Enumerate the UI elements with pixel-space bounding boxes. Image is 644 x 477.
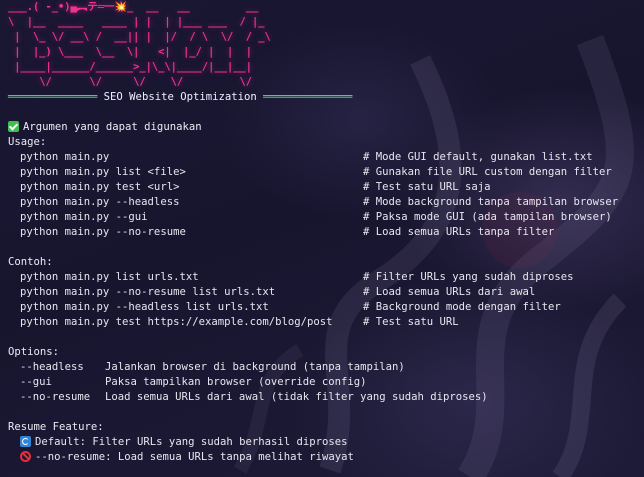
options-list: --headless Jalankan browser di background… [8, 360, 638, 405]
option-description: Paksa tampilkan browser (override config… [105, 376, 367, 388]
example-comment: # Filter URLs yang sudah diproses [363, 271, 574, 283]
usage-command: python main.py [20, 151, 110, 163]
ascii-banner: ___.( -_•)▄︻テ═一💥_ __ __ __ \ |__ ____ __… [8, 0, 638, 90]
options-heading: Options: [8, 346, 60, 358]
usage-comment: # Mode GUI default, gunakan list.txt [363, 151, 593, 163]
example-comment: # Test satu URL [363, 316, 459, 328]
example-row: python main.py list urls.txt # Filter URL… [8, 270, 638, 285]
resume-item-text: --no-resume: Load semua URLs tanpa melih… [35, 451, 354, 463]
usage-command: python main.py --no-resume [20, 226, 186, 238]
usage-comment: # Paksa mode GUI (ada tampilan browser) [363, 211, 612, 223]
example-row: python main.py test https://example.com/… [8, 315, 638, 330]
option-row: --gui Paksa tampilkan browser (override c… [8, 375, 638, 390]
resume-item: Default: Filter URLs yang sudah berhasil… [8, 435, 638, 450]
banner-line: ___.( -_•)▄︻テ═一💥_ __ __ __ [8, 1, 259, 13]
usage-command: python main.py --gui [20, 211, 148, 223]
usage-command: python main.py test <url> [20, 181, 180, 193]
usage-row: python main.py test <url> # Test satu URL… [8, 180, 638, 195]
banner-divider: ══════════════ SEO Website Optimization … [8, 90, 638, 105]
arguments-header: Argumen yang dapat digunakan [8, 120, 638, 135]
example-comment: # Load semua URLs dari awal [363, 286, 536, 298]
usage-comment: # Load semua URLs tanpa filter [363, 226, 555, 238]
example-command: python main.py --headless list urls.txt [20, 301, 269, 313]
banner-line: | \_ \/ __\ / __|| | |/ / \ \/ / _\ [8, 31, 271, 43]
examples-heading: Contoh: [8, 256, 53, 268]
usage-row: python main.py --no-resume # Load semua U… [8, 225, 638, 240]
usage-command: python main.py --headless [20, 196, 180, 208]
option-flag: --no-resume [20, 391, 91, 403]
usage-comment: # Mode background tanpa tampilan browser [363, 196, 619, 208]
usage-comment: # Gunakan file URL custom dengan filter [363, 166, 612, 178]
check-icon [8, 121, 19, 132]
divider-rule-right: ══════════════ [256, 91, 353, 103]
example-command: python main.py list urls.txt [20, 271, 199, 283]
example-comment: # Background mode dengan filter [363, 301, 561, 313]
usage-command: python main.py list <file> [20, 166, 186, 178]
no-entry-icon [20, 451, 31, 462]
example-command: python main.py --no-resume list urls.txt [20, 286, 276, 298]
banner-line: \ |__ ____ ____ | | | |___ ___ / |_ [8, 16, 265, 28]
example-row: python main.py --no-resume list urls.txt… [8, 285, 638, 300]
option-flag: --gui [20, 376, 52, 388]
usage-row: python main.py --headless # Mode backgrou… [8, 195, 638, 210]
arguments-header-label: Argumen yang dapat digunakan [23, 121, 202, 133]
examples-list: python main.py list urls.txt # Filter URL… [8, 270, 638, 330]
option-row: --headless Jalankan browser di background… [8, 360, 638, 375]
resume-list: Default: Filter URLs yang sudah berhasil… [8, 435, 638, 465]
example-command: python main.py test https://example.com/… [20, 316, 333, 328]
banner-line: \/ \/ \/ \/ \/ [8, 76, 252, 88]
usage-row: python main.py # Mode GUI default, gunaka… [8, 150, 638, 165]
refresh-icon [20, 436, 31, 447]
resume-item-text: Default: Filter URLs yang sudah berhasil… [35, 436, 348, 448]
option-description: Jalankan browser di background (tanpa ta… [105, 361, 405, 373]
option-flag: --headless [20, 361, 84, 373]
example-row: python main.py --headless list urls.txt #… [8, 300, 638, 315]
option-description: Load semua URLs dari awal (tidak filter … [105, 391, 488, 403]
banner-line: |____|______/______>_|\_\|____/|__|__| [8, 61, 252, 73]
usage-list: python main.py # Mode GUI default, gunaka… [8, 150, 638, 240]
usage-row: python main.py list <file> # Gunakan file… [8, 165, 638, 180]
option-row: --no-resume Load semua URLs dari awal (ti… [8, 390, 638, 405]
resume-item: --no-resume: Load semua URLs tanpa melih… [8, 450, 638, 465]
resume-heading: Resume Feature: [8, 421, 104, 433]
usage-heading: Usage: [8, 136, 47, 148]
divider-rule-left: ══════════════ [8, 91, 104, 103]
terminal-output: ___.( -_•)▄︻テ═一💥_ __ __ __ \ |__ ____ __… [8, 0, 638, 465]
usage-comment: # Test satu URL saja [363, 181, 491, 193]
banner-title: SEO Website Optimization [103, 91, 257, 103]
banner-line: | |_) \___ \__ \| <| |_/ | | | [8, 46, 252, 58]
usage-row: python main.py --gui # Paksa mode GUI (ad… [8, 210, 638, 225]
